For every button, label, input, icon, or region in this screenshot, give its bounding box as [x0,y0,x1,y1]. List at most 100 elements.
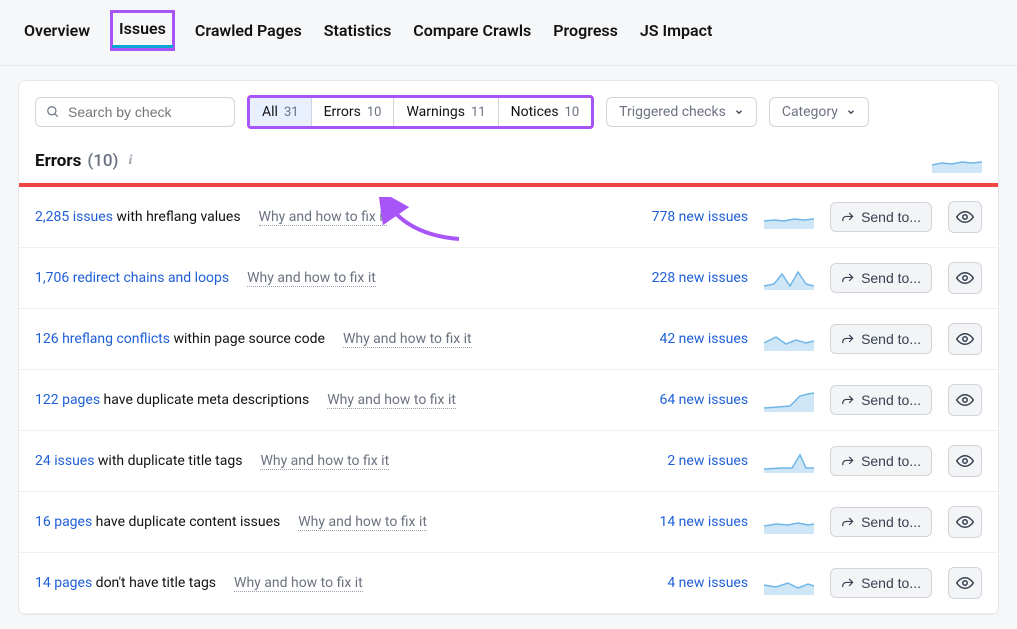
category-dropdown[interactable]: Category [769,97,869,127]
filter-all-label: All [262,104,278,120]
issue-text: within page source code [170,331,325,347]
filter-notices-count: 10 [565,105,580,120]
eye-icon [956,391,974,409]
send-to-label: Send to... [861,453,921,469]
filter-warnings-count: 11 [471,105,486,120]
nav-crawled-pages[interactable]: Crawled Pages [193,17,304,44]
triggered-checks-label: Triggered checks [619,104,726,120]
send-to-button[interactable]: Send to... [830,324,932,354]
eye-icon [956,513,974,531]
nav-statistics[interactable]: Statistics [322,17,394,44]
send-to-label: Send to... [861,209,921,225]
row-sparkline [764,508,814,536]
filter-bar: All 31 Errors 10 Warnings 11 Notices 10 … [19,81,998,139]
fix-link[interactable]: Why and how to fix it [259,209,388,226]
search-box[interactable] [35,97,235,127]
share-icon [841,271,855,285]
issue-link[interactable]: 122 pages [35,392,100,408]
send-to-button[interactable]: Send to... [830,263,932,293]
filter-notices[interactable]: Notices 10 [499,98,592,126]
row-sparkline [764,386,814,414]
view-button[interactable] [948,262,982,294]
filter-warnings[interactable]: Warnings 11 [394,98,498,126]
section-title: Errors [35,151,81,171]
filter-all[interactable]: All 31 [250,98,312,126]
filter-errors[interactable]: Errors 10 [312,98,395,126]
fix-link[interactable]: Why and how to fix it [327,392,456,409]
nav-progress[interactable]: Progress [551,17,620,44]
section-sparkline [932,149,982,173]
send-to-label: Send to... [861,331,921,347]
search-icon [46,105,60,119]
eye-icon [956,452,974,470]
issue-row: 24 issues with duplicate title tags Why … [19,431,998,492]
row-sparkline [764,203,814,231]
share-icon [841,454,855,468]
new-issues-link[interactable]: 4 new issues [618,575,748,591]
share-icon [841,576,855,590]
issue-link[interactable]: 1,706 redirect chains and loops [35,270,229,286]
chevron-down-icon [846,107,856,117]
issue-row: 16 pages have duplicate content issues W… [19,492,998,553]
view-button[interactable] [948,323,982,355]
nav-compare-crawls[interactable]: Compare Crawls [411,17,533,44]
fix-link[interactable]: Why and how to fix it [234,575,363,592]
triggered-checks-dropdown[interactable]: Triggered checks [606,97,757,127]
new-issues-link[interactable]: 228 new issues [618,270,748,286]
issue-row: 2,285 issues with hreflang values Why an… [19,187,998,248]
issue-text: don't have title tags [92,575,216,591]
filter-tabs: All 31 Errors 10 Warnings 11 Notices 10 [247,95,594,129]
new-issues-link[interactable]: 64 new issues [618,392,748,408]
issue-link[interactable]: 14 pages [35,575,92,591]
chevron-down-icon [734,107,744,117]
send-to-button[interactable]: Send to... [830,385,932,415]
new-issues-link[interactable]: 2 new issues [618,453,748,469]
new-issues-link[interactable]: 42 new issues [618,331,748,347]
view-button[interactable] [948,445,982,477]
fix-link[interactable]: Why and how to fix it [343,331,472,348]
issue-text: with hreflang values [113,209,241,225]
nav-issues-highlight: Issues [110,10,175,51]
issue-link[interactable]: 126 hreflang conflicts [35,331,170,347]
nav-js-impact[interactable]: JS Impact [638,17,714,44]
filter-errors-label: Errors [324,104,361,120]
nav-overview[interactable]: Overview [22,17,92,44]
view-button[interactable] [948,384,982,416]
new-issues-link[interactable]: 778 new issues [618,209,748,225]
issue-row: 14 pages don't have title tags Why and h… [19,553,998,614]
send-to-button[interactable]: Send to... [830,507,932,537]
share-icon [841,515,855,529]
issue-text: have duplicate meta descriptions [100,392,309,408]
eye-icon [956,574,974,592]
issues-list: 2,285 issues with hreflang values Why an… [19,187,998,614]
eye-icon [956,269,974,287]
send-to-label: Send to... [861,270,921,286]
row-sparkline [764,264,814,292]
send-to-label: Send to... [861,392,921,408]
send-to-label: Send to... [861,575,921,591]
share-icon [841,332,855,346]
share-icon [841,210,855,224]
row-sparkline [764,569,814,597]
send-to-button[interactable]: Send to... [830,568,932,598]
eye-icon [956,208,974,226]
filter-errors-count: 10 [367,105,382,120]
errors-section-header: Errors (10) i [19,139,998,187]
category-label: Category [782,104,838,120]
view-button[interactable] [948,567,982,599]
issue-link[interactable]: 2,285 issues [35,209,113,225]
top-nav: Overview Issues Crawled Pages Statistics… [0,0,1017,66]
view-button[interactable] [948,506,982,538]
send-to-button[interactable]: Send to... [830,446,932,476]
send-to-button[interactable]: Send to... [830,202,932,232]
fix-link[interactable]: Why and how to fix it [260,453,389,470]
issue-text: with duplicate title tags [94,453,242,469]
filter-all-count: 31 [284,105,299,120]
info-icon[interactable]: i [128,153,132,169]
search-input[interactable] [68,104,224,120]
issue-row: 126 hreflang conflicts within page sourc… [19,309,998,370]
view-button[interactable] [948,201,982,233]
issue-link[interactable]: 24 issues [35,453,94,469]
nav-issues[interactable]: Issues [117,15,168,42]
fix-link[interactable]: Why and how to fix it [247,270,376,287]
